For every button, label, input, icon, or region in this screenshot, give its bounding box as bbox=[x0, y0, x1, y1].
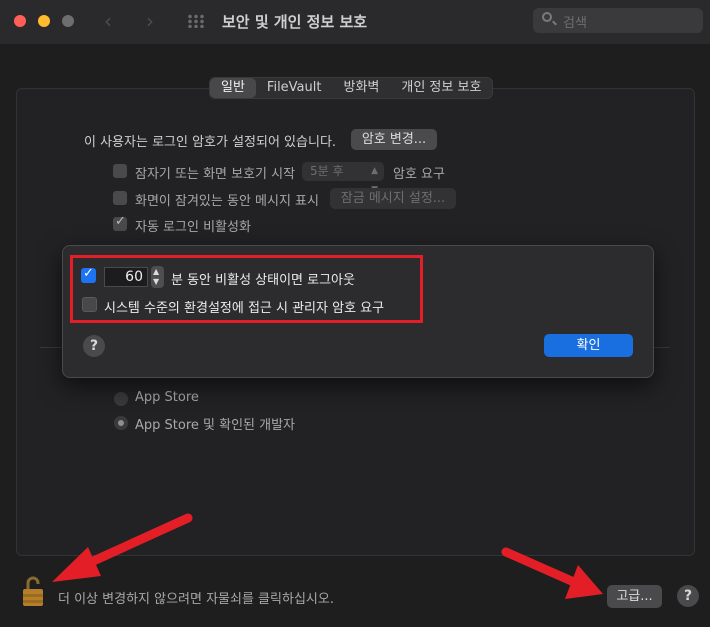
tab-firewall[interactable]: 방화벽 bbox=[332, 78, 390, 98]
search-placeholder: 검색 bbox=[563, 16, 587, 31]
ok-button[interactable]: 확인 bbox=[544, 334, 633, 357]
set-lock-message-button[interactable]: 잠금 메시지 설정... bbox=[330, 188, 456, 209]
back-arrow-icon[interactable]: ‹ bbox=[104, 9, 112, 33]
red-highlight-box bbox=[70, 255, 423, 323]
footer-help-button[interactable]: ? bbox=[677, 585, 699, 607]
search-icon bbox=[542, 12, 552, 22]
change-password-button[interactable]: 암호 변경... bbox=[351, 129, 437, 150]
app-store-label: App Store bbox=[135, 390, 199, 405]
app-store-radio[interactable] bbox=[114, 392, 128, 406]
show-all-grid-icon[interactable] bbox=[187, 14, 205, 28]
advanced-arrow bbox=[501, 547, 603, 599]
app-store-identified-label: App Store 및 확인된 개발자 bbox=[135, 418, 296, 433]
require-password-delay-popup[interactable]: 5분 후 ▲▼ bbox=[302, 162, 384, 195]
advanced-button[interactable]: 고급... bbox=[607, 585, 662, 608]
tab-general[interactable]: 일반 bbox=[210, 78, 256, 98]
require-password-suffix: 암호 요구 bbox=[393, 167, 445, 182]
app-store-identified-radio[interactable] bbox=[114, 416, 128, 430]
lock-message: 더 이상 변경하지 않으려면 자물쇠를 클릭하십시오. bbox=[58, 592, 334, 607]
zoom-window-button[interactable] bbox=[62, 15, 74, 27]
minimize-window-button[interactable] bbox=[38, 15, 50, 27]
sheet-help-button[interactable]: ? bbox=[83, 335, 105, 357]
show-message-label: 화면이 잠겨있는 동안 메시지 표시 bbox=[135, 194, 319, 209]
close-window-button[interactable] bbox=[14, 15, 26, 27]
show-message-checkbox[interactable] bbox=[113, 191, 127, 205]
password-status-text: 이 사용자는 로그인 암호가 설정되어 있습니다. bbox=[84, 135, 337, 150]
title-bar: ‹ › 보안 및 개인 정보 보호 검색 bbox=[0, 0, 710, 44]
disable-auto-login-label: 자동 로그인 비활성화 bbox=[135, 220, 251, 235]
disable-auto-login-checkbox[interactable] bbox=[113, 214, 127, 231]
popup-value: 5분 후 bbox=[310, 164, 344, 178]
tab-bar: 일반 FileVault 방화벽 개인 정보 보호 bbox=[209, 77, 494, 99]
tab-privacy[interactable]: 개인 정보 보호 bbox=[390, 78, 492, 98]
window-title: 보안 및 개인 정보 보호 bbox=[222, 13, 368, 31]
tab-filevault[interactable]: FileVault bbox=[256, 78, 333, 98]
forward-arrow-icon[interactable]: › bbox=[146, 9, 154, 33]
search-field[interactable]: 검색 bbox=[533, 8, 703, 33]
require-password-label: 잠자기 또는 화면 보호기 시작 bbox=[135, 167, 296, 182]
require-password-checkbox[interactable] bbox=[113, 164, 127, 178]
lock-icon[interactable] bbox=[22, 575, 44, 607]
